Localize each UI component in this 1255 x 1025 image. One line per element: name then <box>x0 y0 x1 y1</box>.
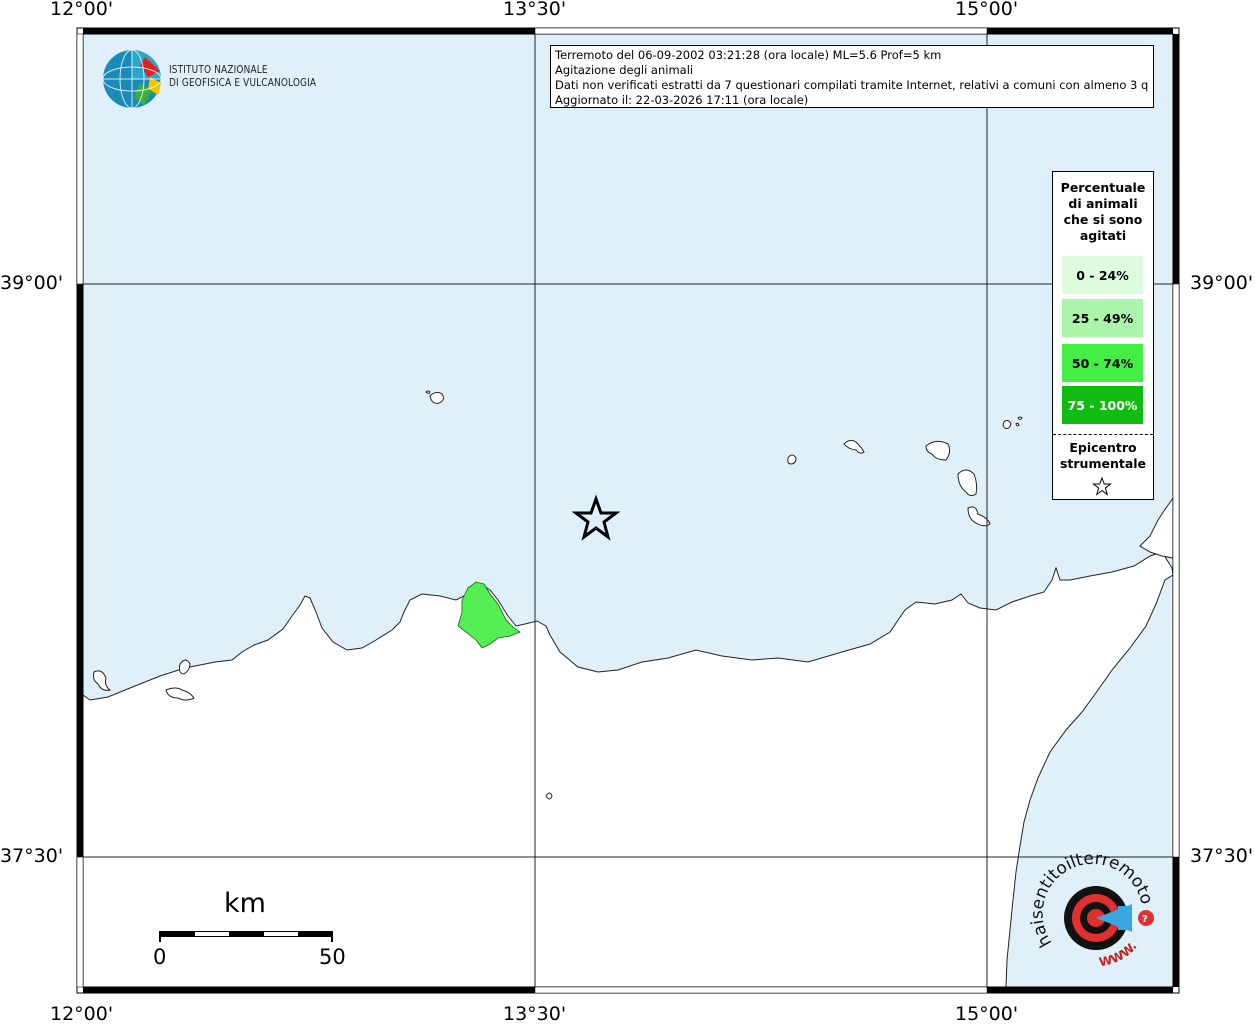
star-outline-icon <box>1092 476 1112 496</box>
legend-title-line: che si sono <box>1063 212 1143 227</box>
legend-epicenter-label: Epicentro strumentale <box>1053 440 1153 472</box>
legend-title: Percentuale di animali che si sono agita… <box>1053 180 1153 244</box>
ingv-name-line1: ISTITUTO NAZIONALE <box>169 64 268 76</box>
event-header: Terremoto del 06-09-2002 03:21:28 (ora l… <box>555 48 942 62</box>
legend-title-line: Percentuale <box>1060 180 1146 195</box>
data-note: Dati non verificati estratti da 7 questi… <box>555 78 1149 92</box>
legend-item-0-24: 0 - 24% <box>1062 256 1143 294</box>
legend-epicenter-line: Epicentro <box>1069 440 1137 455</box>
scale-unit: km <box>224 888 266 919</box>
ingv-globe-icon <box>102 49 162 109</box>
legend-title-line: di animali <box>1068 196 1138 211</box>
legend-title-line: agitati <box>1079 228 1127 243</box>
event-info-box: Terremoto del 06-09-2002 03:21:28 (ora l… <box>550 45 1154 108</box>
legend-epicenter-line: strumentale <box>1059 456 1147 471</box>
scale-max: 50 <box>319 945 346 969</box>
svg-text:?: ? <box>1142 914 1148 925</box>
legend-item-25-49: 25 - 49% <box>1062 299 1143 337</box>
ingv-name-line2: DI GEOFISICA E VULCANOLOGIA <box>169 77 317 89</box>
legend-item-75-100: 75 - 100% <box>1062 386 1143 424</box>
scale-min: 0 <box>153 945 167 969</box>
update-time: Aggiornato il: 22-03-2026 17:11 (ora loc… <box>555 93 809 107</box>
legend: Percentuale di animali che si sono agita… <box>1052 171 1154 500</box>
map-subject: Agitazione degli animali <box>555 63 694 77</box>
ingv-name: ISTITUTO NAZIONALE DI GEOFISICA E VULCAN… <box>169 64 316 90</box>
legend-item-50-74: 50 - 74% <box>1062 344 1143 382</box>
legend-divider <box>1053 434 1153 435</box>
hst-logo-icon: ? haisentitoilterremoto.it WWW. <box>1030 848 1156 969</box>
